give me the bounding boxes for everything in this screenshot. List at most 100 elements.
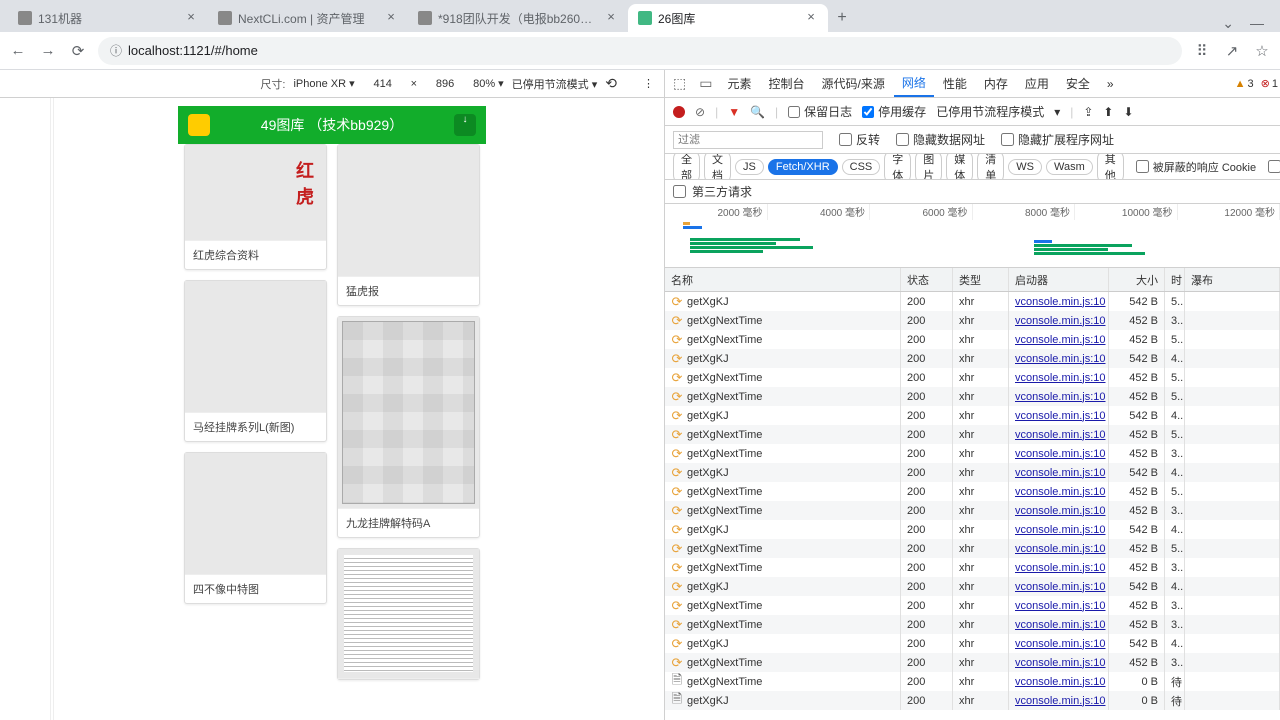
browser-tab[interactable]: 26图库× <box>628 4 828 32</box>
more-tabs-icon[interactable]: » <box>1099 70 1122 97</box>
request-row[interactable]: ⟳getXgNextTime200xhrvconsole.min.js:1045… <box>665 501 1280 520</box>
reload-button[interactable]: ⟳ <box>68 41 88 61</box>
invert-checkbox[interactable] <box>839 133 852 146</box>
record-button[interactable] <box>673 106 685 118</box>
preserve-log-checkbox[interactable] <box>788 106 800 118</box>
site-info-icon[interactable]: ⓘ <box>110 42 122 59</box>
bookmark-icon[interactable]: ☆ <box>1252 41 1272 61</box>
gallery-card[interactable]: 猛虎报 <box>337 144 480 306</box>
gallery-card[interactable]: 九龙挂牌解特码A <box>337 316 480 538</box>
request-initiator[interactable]: vconsole.min.js:10 <box>1009 520 1109 539</box>
share-icon[interactable]: ↗ <box>1222 41 1242 61</box>
gallery[interactable]: 红虎红虎综合资料马经挂牌系列L(新图)四不像中特图 猛虎报九龙挂牌解特码A <box>178 144 486 680</box>
request-row[interactable]: ⟳getXgNextTime200xhrvconsole.min.js:1045… <box>665 558 1280 577</box>
gallery-card[interactable]: 红虎红虎综合资料 <box>184 144 327 270</box>
close-tab-icon[interactable]: × <box>804 11 818 25</box>
request-row[interactable]: 🗎getXgNextTime200xhrvconsole.min.js:100 … <box>665 672 1280 691</box>
blocked-cookie-checkbox[interactable] <box>1136 160 1149 173</box>
request-row[interactable]: ⟳getXgKJ200xhrvconsole.min.js:10542 B4..… <box>665 520 1280 539</box>
download-icon[interactable]: ⬇ <box>1123 105 1133 119</box>
request-row[interactable]: ⟳getXgKJ200xhrvconsole.min.js:10542 B4..… <box>665 349 1280 368</box>
network-table-body[interactable]: ⟳getXgKJ200xhrvconsole.min.js:10542 B5..… <box>665 292 1280 720</box>
clear-button[interactable]: ⊘ <box>695 105 705 119</box>
request-row[interactable]: ⟳getXgKJ200xhrvconsole.min.js:10542 B4..… <box>665 463 1280 482</box>
request-initiator[interactable]: vconsole.min.js:10 <box>1009 311 1109 330</box>
request-row[interactable]: ⟳getXgNextTime200xhrvconsole.min.js:1045… <box>665 596 1280 615</box>
inspect-icon[interactable]: ⬚ <box>667 70 692 97</box>
throttle-caret-icon[interactable]: ▾ <box>1054 105 1060 119</box>
blocked-req-checkbox[interactable] <box>1268 160 1280 173</box>
request-row[interactable]: ⟳getXgNextTime200xhrvconsole.min.js:1045… <box>665 368 1280 387</box>
browser-tab[interactable]: *918团队开发（电报bb2600）·(× <box>408 4 628 32</box>
request-initiator[interactable]: vconsole.min.js:10 <box>1009 330 1109 349</box>
type-filter-pill[interactable]: 清单 <box>977 154 1004 180</box>
gallery-card[interactable]: 四不像中特图 <box>184 452 327 604</box>
more-icon[interactable]: ⋮ <box>643 77 654 90</box>
filter-icon[interactable]: ▼ <box>728 105 740 119</box>
request-initiator[interactable]: vconsole.min.js:10 <box>1009 444 1109 463</box>
col-name[interactable]: 名称 <box>665 268 901 291</box>
request-initiator[interactable]: vconsole.min.js:10 <box>1009 615 1109 634</box>
request-initiator[interactable]: vconsole.min.js:10 <box>1009 596 1109 615</box>
throttle-dropdown[interactable]: 已停用节流程序模式 <box>936 103 1044 120</box>
request-row[interactable]: ⟳getXgKJ200xhrvconsole.min.js:10542 B4..… <box>665 577 1280 596</box>
browser-tab[interactable]: 131机器× <box>8 4 208 32</box>
request-row[interactable]: ⟳getXgNextTime200xhrvconsole.min.js:1045… <box>665 653 1280 672</box>
hide-data-checkbox[interactable] <box>896 133 909 146</box>
device-select[interactable]: iPhone XR ▾ <box>293 77 354 90</box>
col-status[interactable]: 状态 <box>901 268 953 291</box>
download-app-icon[interactable] <box>454 114 476 136</box>
type-filter-pill[interactable]: Fetch/XHR <box>768 159 838 175</box>
type-filter-pill[interactable]: 全部 <box>673 154 700 180</box>
request-initiator[interactable]: vconsole.min.js:10 <box>1009 501 1109 520</box>
type-filter-pill[interactable]: JS <box>735 159 764 175</box>
request-initiator[interactable]: vconsole.min.js:10 <box>1009 387 1109 406</box>
type-filter-pill[interactable]: WS <box>1008 159 1042 175</box>
height-input[interactable]: 896 <box>425 78 465 90</box>
type-filter-pill[interactable]: Wasm <box>1046 159 1093 175</box>
request-row[interactable]: ⟳getXgNextTime200xhrvconsole.min.js:1045… <box>665 425 1280 444</box>
devtools-tab[interactable]: 应用 <box>1017 70 1057 97</box>
filter-input[interactable] <box>673 131 823 149</box>
devtools-tab[interactable]: 内存 <box>976 70 1016 97</box>
col-waterfall[interactable]: 瀑布 <box>1185 268 1280 291</box>
warning-icon[interactable]: ▲ <box>1235 78 1246 90</box>
third-party-checkbox[interactable] <box>673 185 686 198</box>
request-row[interactable]: ⟳getXgNextTime200xhrvconsole.min.js:1045… <box>665 330 1280 349</box>
hide-ext-checkbox[interactable] <box>1001 133 1014 146</box>
request-initiator[interactable]: vconsole.min.js:10 <box>1009 463 1109 482</box>
request-row[interactable]: ⟳getXgNextTime200xhrvconsole.min.js:1045… <box>665 311 1280 330</box>
gallery-card[interactable] <box>337 548 480 680</box>
devtools-tab[interactable]: 网络 <box>894 70 934 97</box>
request-initiator[interactable]: vconsole.min.js:10 <box>1009 634 1109 653</box>
request-row[interactable]: ⟳getXgKJ200xhrvconsole.min.js:10542 B5..… <box>665 292 1280 311</box>
url-input[interactable]: ⓘ localhost:1121/#/home <box>98 37 1182 65</box>
search-icon[interactable]: 🔍 <box>750 105 765 119</box>
request-initiator[interactable]: vconsole.min.js:10 <box>1009 672 1109 691</box>
request-initiator[interactable]: vconsole.min.js:10 <box>1009 691 1109 710</box>
request-initiator[interactable]: vconsole.min.js:10 <box>1009 539 1109 558</box>
col-initiator[interactable]: 启动器 <box>1009 268 1109 291</box>
col-type[interactable]: 类型 <box>953 268 1009 291</box>
request-initiator[interactable]: vconsole.min.js:10 <box>1009 558 1109 577</box>
request-initiator[interactable]: vconsole.min.js:10 <box>1009 406 1109 425</box>
close-tab-icon[interactable]: × <box>184 11 198 25</box>
close-tab-icon[interactable]: × <box>604 11 618 25</box>
type-filter-pill[interactable]: CSS <box>842 159 881 175</box>
request-row[interactable]: ⟳getXgKJ200xhrvconsole.min.js:10542 B4..… <box>665 634 1280 653</box>
zoom-select[interactable]: 80% ▾ <box>473 77 504 90</box>
type-filter-pill[interactable]: 媒体 <box>946 154 973 180</box>
wifi-icon[interactable]: ⇪ <box>1083 105 1093 119</box>
type-filter-pill[interactable]: 文档 <box>704 154 731 180</box>
request-initiator[interactable]: vconsole.min.js:10 <box>1009 482 1109 501</box>
request-row[interactable]: ⟳getXgNextTime200xhrvconsole.min.js:1045… <box>665 482 1280 501</box>
chevron-down-icon[interactable]: ⌄ <box>1222 15 1234 32</box>
throttle-select[interactable]: 已停用节流模式 ▾ <box>512 76 598 92</box>
type-filter-pill[interactable]: 图片 <box>915 154 942 180</box>
devtools-tab[interactable]: 控制台 <box>760 70 812 97</box>
devtools-tab[interactable]: 元素 <box>719 70 759 97</box>
waterfall-overview[interactable]: 2000 毫秒4000 毫秒6000 毫秒8000 毫秒10000 毫秒1200… <box>665 204 1280 268</box>
new-tab-button[interactable]: + <box>828 4 856 32</box>
minimize-icon[interactable]: — <box>1250 15 1264 32</box>
request-initiator[interactable]: vconsole.min.js:10 <box>1009 349 1109 368</box>
